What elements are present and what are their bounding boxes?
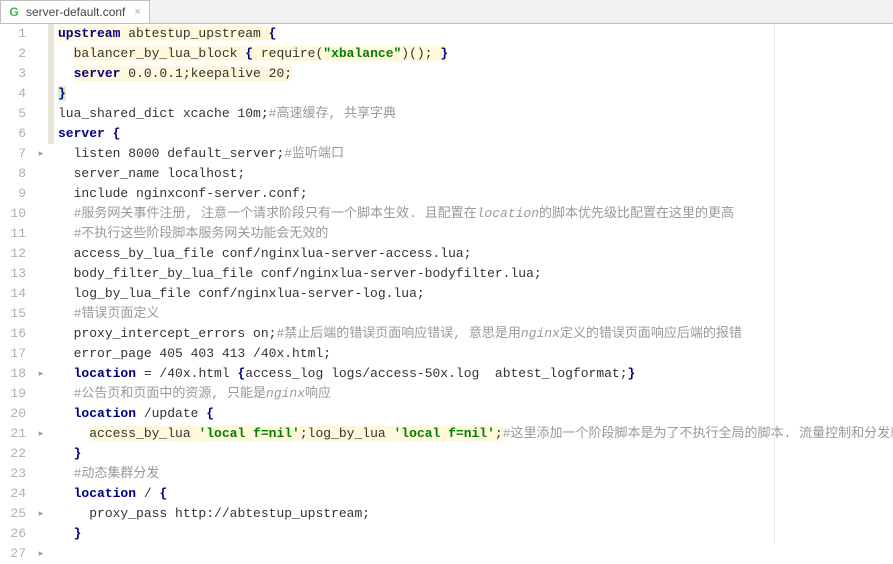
code-line[interactable]: server 0.0.0.1;keepalive 20;: [58, 64, 893, 84]
fold-toggle: [34, 344, 48, 364]
fold-toggle: [34, 184, 48, 204]
code-line[interactable]: #不执行这些阶段脚本服务网关功能会无效的: [58, 224, 893, 244]
fold-toggle: [34, 224, 48, 244]
fold-toggle: [34, 84, 48, 104]
code-line[interactable]: listen 8000 default_server;#监听端口: [58, 144, 893, 164]
line-number: 17: [0, 344, 26, 364]
code-line[interactable]: proxy_intercept_errors on;#禁止后端的错误页面响应错误…: [58, 324, 893, 344]
fold-toggle: [34, 24, 48, 44]
code-line[interactable]: }: [58, 524, 893, 544]
tab-title: server-default.conf: [26, 5, 125, 19]
fold-toggle: [34, 264, 48, 284]
code-line[interactable]: access_by_lua 'local f=nil';log_by_lua '…: [58, 424, 893, 444]
fold-toggle: [34, 444, 48, 464]
line-number: 11: [0, 224, 26, 244]
code-line[interactable]: location / {: [58, 484, 893, 504]
fold-toggle: [34, 384, 48, 404]
fold-toggle[interactable]: ▸: [34, 544, 48, 564]
fold-toggle: [34, 64, 48, 84]
file-tab[interactable]: G server-default.conf ×: [0, 0, 150, 23]
fold-toggle: [34, 124, 48, 144]
line-number: 4: [0, 84, 26, 104]
code-line[interactable]: #服务网关事件注册, 注意一个请求阶段只有一个脚本生效. 且配置在locatio…: [58, 204, 893, 224]
fold-toggle: [34, 44, 48, 64]
code-line[interactable]: #公告页和页面中的资源, 只能是nginx响应: [58, 384, 893, 404]
line-number: 2: [0, 44, 26, 64]
code-area[interactable]: upstream abtestup_upstream { balancer_by…: [54, 24, 893, 544]
line-number: 22: [0, 444, 26, 464]
code-line[interactable]: error_page 405 403 413 /40x.html;: [58, 344, 893, 364]
line-number: 3: [0, 64, 26, 84]
fold-toggle: [34, 404, 48, 424]
line-number: 18: [0, 364, 26, 384]
code-line[interactable]: upstream abtestup_upstream {: [58, 24, 893, 44]
code-line[interactable]: log_by_lua_file conf/nginxlua-server-log…: [58, 284, 893, 304]
code-line[interactable]: proxy_pass http://abtestup_upstream;: [58, 504, 893, 524]
line-number: 14: [0, 284, 26, 304]
code-line[interactable]: #错误页面定义: [58, 304, 893, 324]
right-margin-guide: [774, 24, 775, 544]
fold-toggle: [34, 304, 48, 324]
code-line[interactable]: include nginxconf-server.conf;: [58, 184, 893, 204]
line-number: 24: [0, 484, 26, 504]
line-number: 15: [0, 304, 26, 324]
fold-toggle[interactable]: ▸: [34, 504, 48, 524]
code-line[interactable]: body_filter_by_lua_file conf/nginxlua-se…: [58, 264, 893, 284]
code-editor[interactable]: 1234567891011121314151617181920212223242…: [0, 24, 893, 544]
fold-toggle: [34, 284, 48, 304]
line-number-gutter: 1234567891011121314151617181920212223242…: [0, 24, 34, 544]
tab-bar: G server-default.conf ×: [0, 0, 893, 24]
fold-toggle: [34, 324, 48, 344]
line-number: 23: [0, 464, 26, 484]
fold-toggle: [34, 464, 48, 484]
line-number: 19: [0, 384, 26, 404]
line-number: 6: [0, 124, 26, 144]
fold-toggle: [34, 104, 48, 124]
line-number: 27: [0, 544, 26, 564]
line-number: 12: [0, 244, 26, 264]
fold-toggle: [34, 164, 48, 184]
line-number: 10: [0, 204, 26, 224]
code-line[interactable]: server {: [58, 124, 893, 144]
code-line[interactable]: access_by_lua_file conf/nginxlua-server-…: [58, 244, 893, 264]
line-number: 5: [0, 104, 26, 124]
fold-toggle[interactable]: ▸: [34, 424, 48, 444]
code-line[interactable]: balancer_by_lua_block { require("xbalanc…: [58, 44, 893, 64]
line-number: 21: [0, 424, 26, 444]
line-number: 20: [0, 404, 26, 424]
change-mark: [48, 544, 54, 564]
fold-column[interactable]: ▸▸▸▸▸: [34, 24, 48, 544]
code-line[interactable]: server_name localhost;: [58, 164, 893, 184]
fold-toggle[interactable]: ▸: [34, 364, 48, 384]
close-icon[interactable]: ×: [134, 6, 140, 18]
code-line[interactable]: location /update {: [58, 404, 893, 424]
line-number: 16: [0, 324, 26, 344]
code-line[interactable]: lua_shared_dict xcache 10m;#高速缓存, 共享字典: [58, 104, 893, 124]
line-number: 25: [0, 504, 26, 524]
line-number: 13: [0, 264, 26, 284]
line-number: 7: [0, 144, 26, 164]
line-number: 9: [0, 184, 26, 204]
code-line[interactable]: #动态集群分发: [58, 464, 893, 484]
line-number: 8: [0, 164, 26, 184]
fold-toggle: [34, 204, 48, 224]
code-line[interactable]: }: [58, 444, 893, 464]
fold-toggle: [34, 524, 48, 544]
code-line[interactable]: location = /40x.html {access_log logs/ac…: [58, 364, 893, 384]
line-number: 26: [0, 524, 26, 544]
fold-toggle[interactable]: ▸: [34, 144, 48, 164]
code-line[interactable]: }: [58, 84, 893, 104]
nginx-file-icon: G: [7, 5, 21, 19]
fold-toggle: [34, 484, 48, 504]
fold-toggle: [34, 244, 48, 264]
line-number: 1: [0, 24, 26, 44]
